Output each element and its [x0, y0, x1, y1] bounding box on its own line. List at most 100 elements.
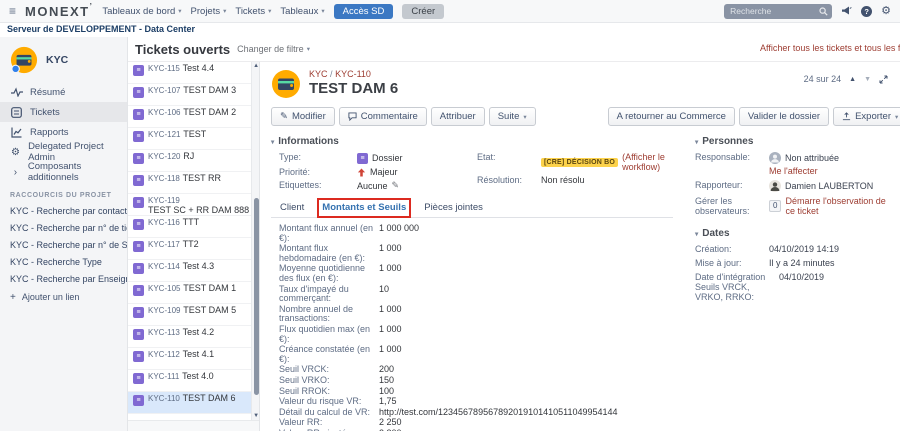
app-switcher-icon[interactable]: ≡	[9, 4, 16, 18]
ticket-list-item[interactable]: ≡ KYC-110 TEST DAM 6	[128, 392, 251, 414]
ticket-summary: Test 4.3	[183, 262, 215, 271]
project-shortcut-link[interactable]: KYC - Recherche par n° de ticket	[0, 220, 127, 237]
list-bottom-strip	[128, 420, 259, 431]
field-value: 200	[379, 365, 394, 375]
project-header[interactable]: KYC	[0, 42, 127, 82]
top-navigation-bar: ≡ MONEXT’ Tableaux de bord▾ Projets▾ Tic…	[0, 0, 900, 23]
field-value: 1 000	[379, 325, 402, 344]
ticket-list-item[interactable]: ≡ KYC-119 TEST SC + RR DAM 888	[128, 194, 251, 216]
reporter-value[interactable]: Damien LAUBERTON	[785, 181, 873, 191]
project-shortcut-link[interactable]: KYC - Recherche par contact	[0, 203, 127, 220]
ticket-list-item[interactable]: ≡ KYC-113 Test 4.2	[128, 326, 251, 348]
edit-labels-pencil-icon[interactable]: ✎	[392, 180, 400, 191]
next-ticket-icon[interactable]: ▼	[864, 76, 871, 83]
acces-sd-button[interactable]: Accès SD	[334, 4, 394, 19]
sidebar-item-composants[interactable]: › Composants additionnels	[0, 162, 127, 182]
commentaire-button[interactable]: Commentaire	[339, 107, 427, 126]
add-link-button[interactable]: + Ajouter un lien	[0, 288, 127, 306]
ticket-list-item[interactable]: ≡ KYC-115 Test 4.4	[128, 62, 251, 84]
settings-gear-icon[interactable]: ⚙	[881, 6, 891, 17]
ticket-list-item[interactable]: ≡ KYC-105 TEST DAM 1	[128, 282, 251, 304]
modifier-button[interactable]: ✎ Modifier	[271, 107, 335, 126]
field-value-link[interactable]: http://test.com/123456789567892019101410…	[379, 408, 618, 418]
nav-projets[interactable]: Projets▾	[191, 6, 227, 17]
ticket-summary: TT2	[183, 240, 199, 249]
ticket-list-item[interactable]: ≡ KYC-118 TEST RR	[128, 172, 251, 194]
previous-ticket-icon[interactable]: ▲	[849, 76, 856, 83]
creer-button[interactable]: Créer	[402, 4, 444, 19]
scrollbar-thumb[interactable]	[254, 198, 259, 395]
field-row: Moyenne quotidienne des flux (en €): 1 0…	[279, 264, 673, 283]
reporter-label: Rapporteur:	[695, 180, 769, 192]
collapse-twisty-icon[interactable]: ▾	[271, 138, 274, 146]
ticket-list-item[interactable]: ≡ KYC-112 Test 4.1	[128, 348, 251, 370]
ticket-list-item[interactable]: ≡ KYC-107 TEST DAM 3	[128, 84, 251, 106]
attribuer-button[interactable]: Attribuer	[431, 107, 485, 126]
ticket-list-panel: ≡ KYC-115 Test 4.4 ≡ KYC-107 TEST DAM 3 …	[128, 62, 259, 431]
breadcrumb: KYC / KYC-110	[309, 69, 398, 80]
sidebar-item-delegated-admin[interactable]: ⚙ Delegated Project Admin	[0, 142, 127, 162]
breadcrumb-ticket-link[interactable]: KYC-110	[335, 69, 371, 79]
ticket-key: KYC-113	[148, 328, 180, 337]
ticket-list-item[interactable]: ≡ KYC-120 RJ	[128, 150, 251, 172]
tab-montants-et-seuils[interactable]: Montants et Seuils	[321, 201, 407, 218]
suite-button[interactable]: Suite ▾	[489, 107, 536, 126]
show-all-tickets-link[interactable]: Afficher tous les tickets et tous les fi…	[760, 43, 900, 53]
project-name: KYC	[46, 54, 68, 66]
search-input[interactable]	[724, 4, 832, 19]
nav-tableaux-de-bord[interactable]: Tableaux de bord▾	[102, 6, 181, 17]
breadcrumb-project-link[interactable]: KYC	[309, 69, 328, 79]
sidebar-item-label: Tickets	[30, 107, 60, 118]
field-label: Flux quotidien max (en €):	[279, 325, 379, 344]
ticket-list-item[interactable]: ≡ KYC-117 TT2	[128, 238, 251, 260]
ticket-summary: Test 4.0	[182, 372, 214, 381]
sidebar-item-tickets[interactable]: Tickets	[0, 102, 127, 122]
ticket-list-item[interactable]: ≡ KYC-114 Test 4.3	[128, 260, 251, 282]
field-label: Seuil VRCK:	[279, 365, 379, 375]
feedback-icon[interactable]	[841, 6, 852, 16]
tab-pieces-jointes[interactable]: Pièces jointes	[423, 201, 484, 217]
assignee-label: Responsable:	[695, 152, 769, 176]
ticket-summary: TEST RR	[183, 174, 221, 183]
change-filter-button[interactable]: Changer de filtre ▾	[237, 44, 310, 54]
nav-tableaux[interactable]: Tableaux▾	[280, 6, 324, 17]
tab-client[interactable]: Client	[279, 201, 305, 217]
field-label: Détail du calcul de VR:	[279, 408, 379, 418]
ticket-key: KYC-114	[148, 262, 180, 271]
export-icon	[842, 112, 851, 121]
ticket-summary: TEST DAM 1	[183, 284, 236, 293]
help-icon[interactable]: ?	[861, 6, 872, 17]
field-row: Créance constatée (en €): 1 000	[279, 345, 673, 364]
field-value: 10	[379, 285, 389, 304]
ticket-summary: Test 4.4	[183, 64, 215, 73]
ticket-summary: TTT	[183, 218, 200, 227]
collapse-twisty-icon[interactable]: ▾	[695, 230, 698, 238]
ticket-list-item[interactable]: ≡ KYC-106 TEST DAM 2	[128, 106, 251, 128]
ticket-list-item[interactable]: ≡ KYC-111 Test 4.0	[128, 370, 251, 392]
ticket-list-item[interactable]: ≡ KYC-109 TEST DAM 5	[128, 304, 251, 326]
comment-bubble-icon	[348, 112, 357, 121]
project-shortcut-link[interactable]: KYC - Recherche par n° de SIRET	[0, 237, 127, 254]
reports-chart-icon	[10, 127, 23, 138]
project-shortcut-link[interactable]: KYC - Recherche Type	[0, 254, 127, 271]
show-workflow-link[interactable]: (Afficher le workflow)	[622, 152, 673, 172]
nav-tickets[interactable]: Tickets▾	[235, 6, 271, 17]
unassigned-avatar-icon	[769, 152, 781, 164]
sidebar-item-resume[interactable]: Résumé	[0, 82, 127, 102]
expand-icon[interactable]	[879, 75, 888, 84]
sidebar-item-rapports[interactable]: Rapports	[0, 122, 127, 142]
field-label: Valeur du risque VR:	[279, 397, 379, 407]
start-watching-link[interactable]: Démarre l'observation de ce ticket	[785, 196, 892, 216]
ticket-list-item[interactable]: ≡ KYC-116 TTT	[128, 216, 251, 238]
exporter-button[interactable]: Exporter ▾	[833, 107, 900, 126]
collapse-twisty-icon[interactable]: ▾	[695, 138, 698, 146]
ticket-list-item[interactable]: ≡ KYC-121 TEST	[128, 128, 251, 150]
ticket-toolbar: ✎ Modifier Commentaire Attribuer Suite ▾…	[271, 107, 892, 126]
valider-dossier-button[interactable]: Valider le dossier	[739, 107, 829, 126]
labels-value: Aucune ✎	[357, 180, 399, 191]
retourner-commerce-button[interactable]: A retourner au Commerce	[608, 107, 735, 126]
priority-value: Majeur	[357, 167, 398, 177]
ticket-key: KYC-116	[148, 218, 180, 227]
assign-to-me-link[interactable]: Me l'affecter	[769, 166, 839, 176]
project-shortcut-link[interactable]: KYC - Recherche par Enseigne	[0, 271, 127, 288]
